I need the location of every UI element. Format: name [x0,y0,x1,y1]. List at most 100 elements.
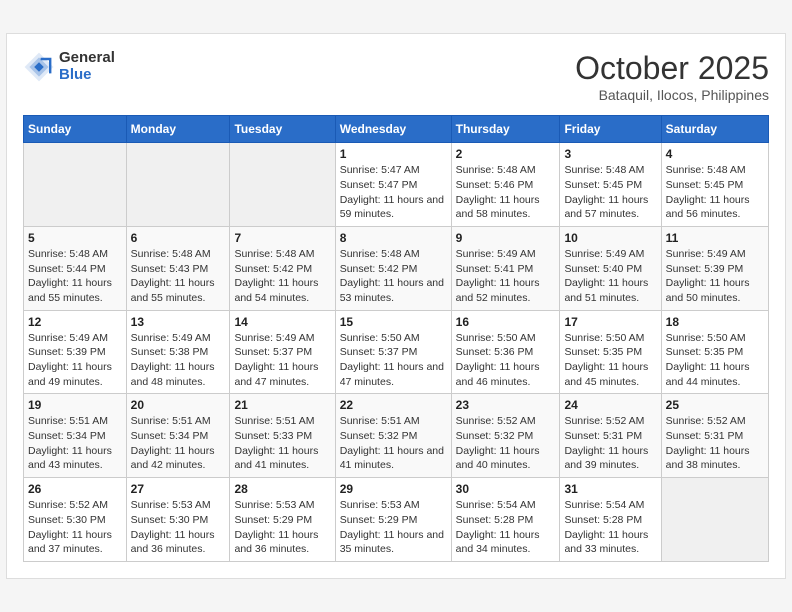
calendar-cell: 31 Sunrise: 5:54 AMSunset: 5:28 PMDayligh… [560,478,661,562]
calendar-cell: 6 Sunrise: 5:48 AMSunset: 5:43 PMDaylight… [126,226,230,310]
logo-icon [23,51,55,83]
day-info: Sunrise: 5:53 AMSunset: 5:29 PMDaylight:… [340,498,447,557]
calendar-cell: 13 Sunrise: 5:49 AMSunset: 5:38 PMDayligh… [126,310,230,394]
calendar-header: General Blue October 2025 Bataquil, Iloc… [23,50,769,103]
calendar-cell: 28 Sunrise: 5:53 AMSunset: 5:29 PMDayligh… [230,478,335,562]
calendar-cell: 9 Sunrise: 5:49 AMSunset: 5:41 PMDaylight… [451,226,560,310]
day-number: 24 [564,398,656,412]
day-of-week-header: Monday [126,116,230,143]
day-info: Sunrise: 5:54 AMSunset: 5:28 PMDaylight:… [564,498,656,557]
day-of-week-header: Friday [560,116,661,143]
day-number: 14 [234,315,330,329]
day-info: Sunrise: 5:49 AMSunset: 5:40 PMDaylight:… [564,247,656,306]
day-number: 10 [564,231,656,245]
day-info: Sunrise: 5:48 AMSunset: 5:44 PMDaylight:… [28,247,122,306]
day-number: 27 [131,482,226,496]
day-number: 21 [234,398,330,412]
day-of-week-header: Tuesday [230,116,335,143]
day-number: 4 [666,147,764,161]
day-info: Sunrise: 5:51 AMSunset: 5:34 PMDaylight:… [28,414,122,473]
day-info: Sunrise: 5:51 AMSunset: 5:32 PMDaylight:… [340,414,447,473]
day-of-week-header: Wednesday [335,116,451,143]
calendar-cell: 24 Sunrise: 5:52 AMSunset: 5:31 PMDayligh… [560,394,661,478]
day-number: 25 [666,398,764,412]
day-number: 9 [456,231,556,245]
day-info: Sunrise: 5:48 AMSunset: 5:42 PMDaylight:… [234,247,330,306]
day-info: Sunrise: 5:50 AMSunset: 5:35 PMDaylight:… [564,331,656,390]
day-info: Sunrise: 5:49 AMSunset: 5:39 PMDaylight:… [666,247,764,306]
day-info: Sunrise: 5:51 AMSunset: 5:34 PMDaylight:… [131,414,226,473]
day-number: 30 [456,482,556,496]
calendar-cell: 12Sunrise: 5:49 AMSunset: 5:39 PMDayligh… [24,310,127,394]
calendar-cell: 25 Sunrise: 5:52 AMSunset: 5:31 PMDayligh… [661,394,768,478]
location-subtitle: Bataquil, Ilocos, Philippines [575,87,769,103]
calendar-cell: 10 Sunrise: 5:49 AMSunset: 5:40 PMDayligh… [560,226,661,310]
day-info: Sunrise: 5:47 AMSunset: 5:47 PMDaylight:… [340,163,447,222]
day-number: 31 [564,482,656,496]
calendar-cell: 1Sunrise: 5:47 AMSunset: 5:47 PMDaylight… [335,143,451,227]
calendar-cell: 5 Sunrise: 5:48 AMSunset: 5:44 PMDaylight… [24,226,127,310]
day-number: 16 [456,315,556,329]
day-number: 5 [28,231,122,245]
day-number: 19 [28,398,122,412]
day-number: 8 [340,231,447,245]
day-info: Sunrise: 5:50 AMSunset: 5:37 PMDaylight:… [340,331,447,390]
day-number: 3 [564,147,656,161]
day-number: 6 [131,231,226,245]
calendar-cell: 26 Sunrise: 5:52 AMSunset: 5:30 PMDayligh… [24,478,127,562]
calendar-cell: 20 Sunrise: 5:51 AMSunset: 5:34 PMDayligh… [126,394,230,478]
calendar-cell: 23 Sunrise: 5:52 AMSunset: 5:32 PMDayligh… [451,394,560,478]
calendar-cell: 18Sunrise: 5:50 AMSunset: 5:35 PMDayligh… [661,310,768,394]
day-number: 12 [28,315,122,329]
calendar-cell: 29 Sunrise: 5:53 AMSunset: 5:29 PMDayligh… [335,478,451,562]
calendar-cell: 14 Sunrise: 5:49 AMSunset: 5:37 PMDayligh… [230,310,335,394]
logo: General Blue [23,50,115,83]
calendar-cell: 8Sunrise: 5:48 AMSunset: 5:42 PMDaylight… [335,226,451,310]
calendar-week-row: 19 Sunrise: 5:51 AMSunset: 5:34 PMDayligh… [24,394,769,478]
day-info: Sunrise: 5:48 AMSunset: 5:45 PMDaylight:… [564,163,656,222]
calendar-cell: 16 Sunrise: 5:50 AMSunset: 5:36 PMDayligh… [451,310,560,394]
day-info: Sunrise: 5:48 AMSunset: 5:46 PMDaylight:… [456,163,556,222]
calendar-week-row: 26 Sunrise: 5:52 AMSunset: 5:30 PMDayligh… [24,478,769,562]
day-info: Sunrise: 5:52 AMSunset: 5:31 PMDaylight:… [666,414,764,473]
day-number: 7 [234,231,330,245]
calendar-container: General Blue October 2025 Bataquil, Iloc… [6,33,786,579]
day-number: 22 [340,398,447,412]
day-info: Sunrise: 5:49 AMSunset: 5:37 PMDaylight:… [234,331,330,390]
calendar-cell: 2 Sunrise: 5:48 AMSunset: 5:46 PMDaylight… [451,143,560,227]
calendar-cell: 4 Sunrise: 5:48 AMSunset: 5:45 PMDaylight… [661,143,768,227]
day-number: 23 [456,398,556,412]
calendar-cell: 30 Sunrise: 5:54 AMSunset: 5:28 PMDayligh… [451,478,560,562]
calendar-table: SundayMondayTuesdayWednesdayThursdayFrid… [23,115,769,562]
day-info: Sunrise: 5:52 AMSunset: 5:31 PMDaylight:… [564,414,656,473]
day-info: Sunrise: 5:48 AMSunset: 5:43 PMDaylight:… [131,247,226,306]
month-title: October 2025 [575,50,769,87]
calendar-week-row: 1Sunrise: 5:47 AMSunset: 5:47 PMDaylight… [24,143,769,227]
day-of-week-header: Thursday [451,116,560,143]
header-row: SundayMondayTuesdayWednesdayThursdayFrid… [24,116,769,143]
day-info: Sunrise: 5:49 AMSunset: 5:41 PMDaylight:… [456,247,556,306]
day-number: 13 [131,315,226,329]
day-number: 26 [28,482,122,496]
day-number: 29 [340,482,447,496]
calendar-cell [24,143,127,227]
day-info: Sunrise: 5:51 AMSunset: 5:33 PMDaylight:… [234,414,330,473]
calendar-week-row: 12Sunrise: 5:49 AMSunset: 5:39 PMDayligh… [24,310,769,394]
day-number: 20 [131,398,226,412]
day-info: Sunrise: 5:52 AMSunset: 5:30 PMDaylight:… [28,498,122,557]
day-info: Sunrise: 5:52 AMSunset: 5:32 PMDaylight:… [456,414,556,473]
day-info: Sunrise: 5:48 AMSunset: 5:45 PMDaylight:… [666,163,764,222]
calendar-cell: 27 Sunrise: 5:53 AMSunset: 5:30 PMDayligh… [126,478,230,562]
day-number: 11 [666,231,764,245]
day-number: 28 [234,482,330,496]
logo-text: General Blue [59,50,115,83]
calendar-cell: 22 Sunrise: 5:51 AMSunset: 5:32 PMDayligh… [335,394,451,478]
calendar-cell: 21 Sunrise: 5:51 AMSunset: 5:33 PMDayligh… [230,394,335,478]
day-info: Sunrise: 5:53 AMSunset: 5:30 PMDaylight:… [131,498,226,557]
day-number: 2 [456,147,556,161]
calendar-week-row: 5 Sunrise: 5:48 AMSunset: 5:44 PMDaylight… [24,226,769,310]
day-info: Sunrise: 5:50 AMSunset: 5:36 PMDaylight:… [456,331,556,390]
day-info: Sunrise: 5:49 AMSunset: 5:38 PMDaylight:… [131,331,226,390]
day-info: Sunrise: 5:53 AMSunset: 5:29 PMDaylight:… [234,498,330,557]
day-info: Sunrise: 5:54 AMSunset: 5:28 PMDaylight:… [456,498,556,557]
